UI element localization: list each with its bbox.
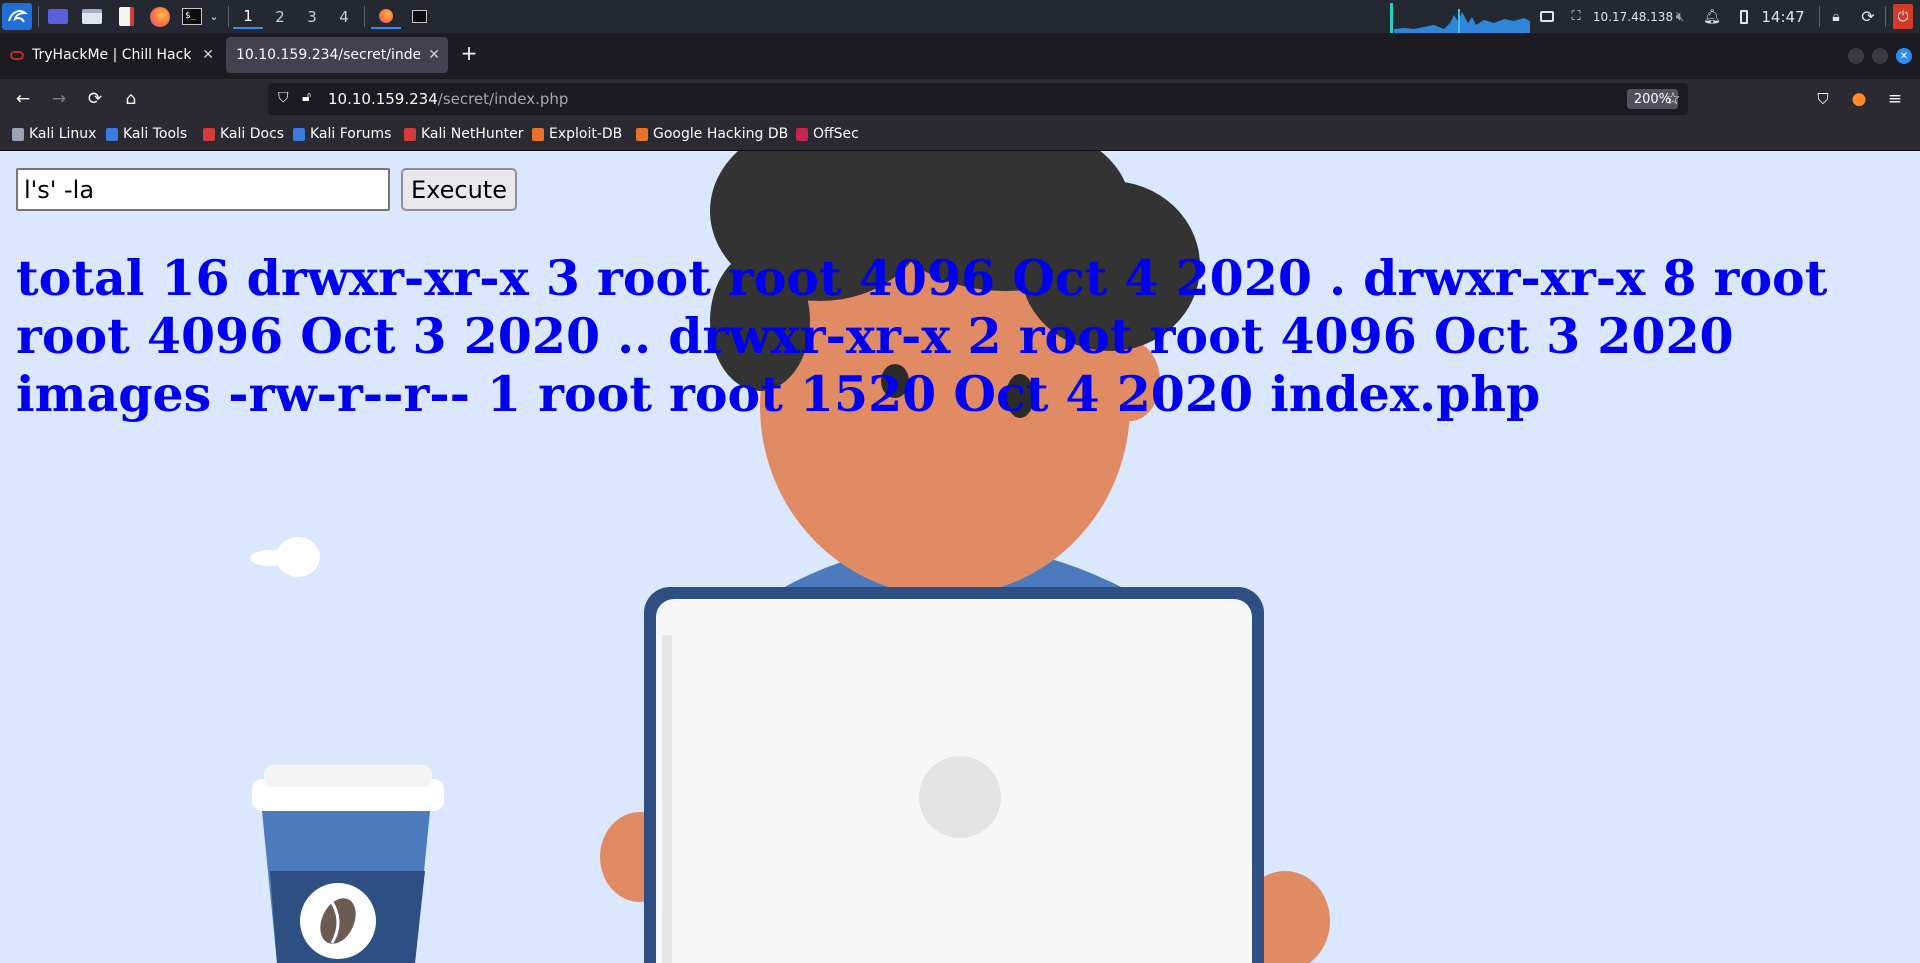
kali-docs-favicon	[203, 127, 215, 141]
lock-icon[interactable]: 🔒︎	[1826, 4, 1846, 29]
command-input[interactable]	[16, 168, 390, 211]
kali-tools-favicon	[106, 127, 118, 141]
reload-button[interactable]: ⟳	[82, 87, 108, 111]
top-panel: $_ ⌄ 1 2 3 4 ⛶ 10.17.48.138 🔇︎ 🔔︎ 14:47 …	[0, 0, 1920, 33]
execute-button[interactable]: Execute	[401, 168, 517, 211]
window-close-button[interactable]: ✕	[1896, 48, 1912, 64]
desktop-icon[interactable]	[45, 4, 71, 29]
bookmark-kali-nethunter[interactable]: Kali NetHunter	[404, 126, 523, 142]
text-editor-icon[interactable]	[114, 4, 138, 29]
workspace-2[interactable]: 2	[265, 4, 295, 29]
bookmark-kali-linux[interactable]: Kali Linux	[12, 126, 96, 142]
network-graph-icon	[1384, 3, 1530, 33]
bookmark-exploit-db[interactable]: Exploit-DB	[532, 126, 622, 142]
terminal-window-button[interactable]	[405, 4, 433, 29]
back-button[interactable]: ←	[10, 87, 36, 111]
vpn-user-icon: ⛶	[1571, 9, 1581, 24]
bookmark-kali-docs[interactable]: Kali Docs	[203, 126, 284, 142]
kali-nethunter-favicon	[404, 127, 416, 141]
bookmark-google-hacking-db[interactable]: Google Hacking DB	[636, 126, 788, 142]
tab-title: TryHackMe | Chill Hack	[32, 47, 192, 63]
kali-forums-favicon	[293, 127, 305, 141]
bookmark-star-icon[interactable]: ☆	[1660, 87, 1686, 111]
battery-icon	[1738, 4, 1750, 29]
window-minimize-button[interactable]	[1848, 48, 1864, 64]
close-tab-icon[interactable]: ✕	[428, 47, 440, 63]
clock: 14:47	[1761, 7, 1805, 26]
laptop-logo	[919, 756, 1001, 838]
bookmark-offsec[interactable]: OffSec	[796, 126, 859, 142]
close-tab-icon[interactable]: ✕	[202, 47, 214, 63]
command-output: total 16 drwxr-xr-x 3 root root 4096 Oct…	[16, 249, 1828, 423]
url-path: /secret/index.php	[437, 90, 569, 108]
url-text[interactable]: 10.10.159.234/secret/index.php	[328, 90, 568, 108]
workspace-3[interactable]: 3	[297, 4, 327, 29]
url-host: 10.10.159.234	[328, 90, 438, 108]
tab-tryhackme[interactable]: TryHackMe | Chill Hack ✕	[0, 37, 222, 73]
exploit-db-favicon	[532, 127, 544, 141]
bookmark-kali-tools[interactable]: Kali Tools	[106, 126, 187, 142]
extension-fox-icon[interactable]: ●	[1846, 87, 1872, 111]
nav-bar: ← → ⟳ ⌂ ⛉ 🔓︎ 10.10.159.234/secret/index.…	[0, 79, 1920, 119]
menu-hamburger-icon[interactable]: ≡	[1882, 87, 1908, 111]
forward-button[interactable]: →	[46, 87, 72, 111]
ghdb-favicon	[636, 127, 648, 141]
firefox-window-button[interactable]	[371, 4, 401, 29]
kali-menu-icon[interactable]	[2, 3, 32, 30]
workspace-4[interactable]: 4	[329, 4, 359, 29]
mute-icon[interactable]: 🔇︎	[1670, 4, 1690, 29]
chevron-down-icon[interactable]: ⌄	[207, 4, 221, 29]
ip-address: 10.17.48.138	[1592, 9, 1674, 24]
workspace-1[interactable]: 1	[233, 4, 263, 29]
notifications-icon[interactable]: 🔔︎	[1703, 4, 1721, 29]
pocket-icon[interactable]: ⛉	[1810, 87, 1836, 111]
tab-strip: TryHackMe | Chill Hack ✕ 10.10.159.234/s…	[0, 33, 1920, 79]
url-bar[interactable]: ⛉ 🔓︎ 10.10.159.234/secret/index.php 200%	[268, 83, 1688, 115]
bookmark-kali-forums[interactable]: Kali Forums	[293, 126, 391, 142]
kali-linux-favicon	[12, 127, 24, 141]
tab-secret-index[interactable]: 10.10.159.234/secret/index.php ✕	[226, 37, 448, 73]
firefox-icon[interactable]	[147, 4, 173, 29]
page-content: Execute total 16 drwxr-xr-x 3 root root …	[0, 151, 1920, 963]
offsec-favicon	[796, 127, 808, 141]
bookmarks-toolbar: Kali Linux Kali Tools Kali Docs Kali For…	[0, 119, 1920, 151]
display-icon[interactable]	[1537, 4, 1557, 29]
tryhackme-favicon	[10, 50, 24, 60]
power-icon[interactable]: ⏻	[1893, 4, 1913, 29]
file-manager-icon[interactable]	[79, 4, 105, 29]
refresh-icon[interactable]: ⟳	[1858, 4, 1878, 29]
new-tab-button[interactable]: +	[456, 41, 482, 65]
cloud-illustration	[250, 537, 320, 577]
lock-insecure-icon[interactable]: 🔓︎	[302, 89, 311, 105]
home-button[interactable]: ⌂	[118, 87, 144, 111]
terminal-icon[interactable]: $_	[179, 4, 205, 29]
coffee-cup-illustration	[252, 765, 444, 963]
window-maximize-button[interactable]	[1872, 48, 1888, 64]
tab-title: 10.10.159.234/secret/index.php	[236, 47, 420, 63]
shield-icon[interactable]: ⛉	[278, 90, 289, 106]
